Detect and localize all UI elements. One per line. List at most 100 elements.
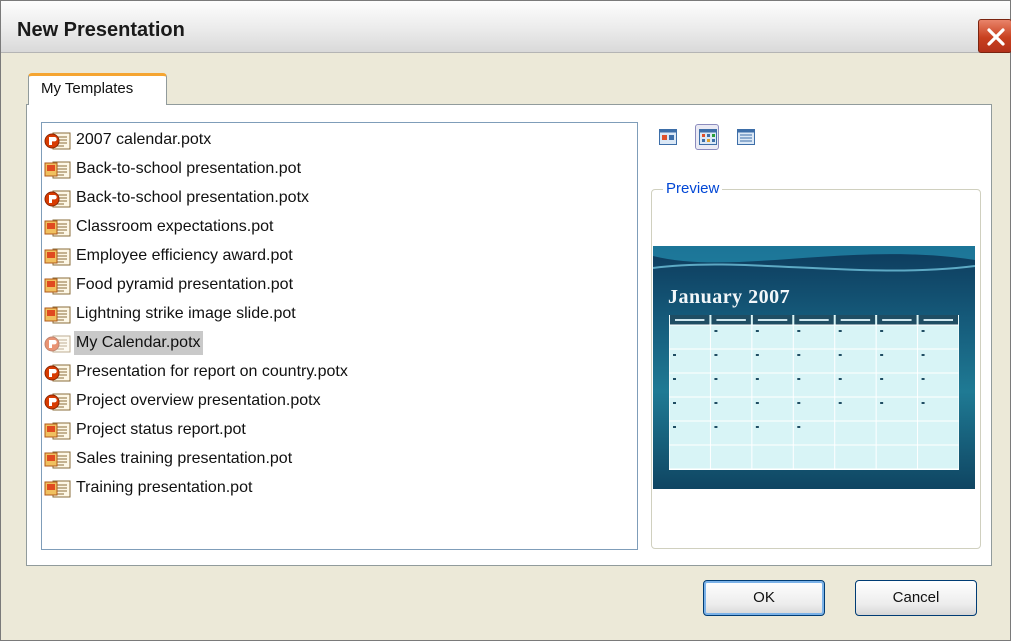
template-list[interactable]: 2007 calendar.potx Back-to-school present… bbox=[41, 122, 638, 550]
calendar-day-number bbox=[838, 330, 842, 332]
template-name: Project status report.pot bbox=[76, 421, 246, 438]
template-list-item[interactable]: Sales training presentation.pot bbox=[42, 446, 637, 475]
cancel-button-label: Cancel bbox=[892, 589, 940, 606]
potx-icon bbox=[44, 364, 71, 382]
calendar-day-number bbox=[673, 354, 676, 356]
calendar-day-number bbox=[880, 330, 884, 332]
calendar-header-text bbox=[757, 319, 788, 321]
calendar-day-number bbox=[797, 426, 801, 428]
potx-icon bbox=[44, 335, 71, 353]
pot-icon bbox=[44, 219, 71, 237]
template-list-item[interactable]: My Calendar.potx bbox=[42, 330, 637, 359]
close-icon bbox=[987, 28, 1005, 46]
calendar-header-text bbox=[840, 319, 871, 321]
template-name: 2007 calendar.potx bbox=[76, 131, 212, 148]
calendar-day-number bbox=[838, 378, 842, 380]
template-name: Food pyramid presentation.pot bbox=[76, 276, 294, 293]
pot-icon bbox=[44, 480, 71, 498]
calendar-day-number bbox=[797, 330, 801, 332]
pot-icon bbox=[44, 248, 71, 266]
ok-button-label: OK bbox=[753, 589, 775, 606]
potx-icon bbox=[44, 393, 71, 411]
calendar-header-text bbox=[716, 319, 746, 321]
pot-icon bbox=[44, 161, 71, 179]
calendar-body bbox=[669, 315, 959, 470]
template-list-item[interactable]: Project status report.pot bbox=[42, 417, 637, 446]
template-name: My Calendar.potx bbox=[74, 331, 203, 355]
tab-my-templates[interactable]: My Templates bbox=[28, 73, 167, 105]
potx-icon bbox=[44, 132, 71, 150]
template-name: Project overview presentation.potx bbox=[76, 392, 321, 409]
template-list-item[interactable]: Project overview presentation.potx bbox=[42, 388, 637, 417]
calendar-day-number bbox=[673, 426, 676, 428]
calendar-day-number bbox=[673, 378, 676, 380]
calendar-day-number bbox=[755, 354, 759, 356]
large-icons-view-button[interactable] bbox=[655, 124, 679, 150]
template-name: Employee efficiency award.pot bbox=[76, 247, 293, 264]
pot-icon bbox=[44, 451, 71, 469]
template-list-item[interactable]: Presentation for report on country.potx bbox=[42, 359, 637, 388]
calendar-day-number bbox=[797, 354, 801, 356]
template-preview-thumbnail: January 2007 bbox=[653, 246, 975, 489]
pot-icon bbox=[44, 277, 71, 295]
template-name: Back-to-school presentation.potx bbox=[76, 189, 310, 206]
calendar-day-number bbox=[921, 330, 925, 332]
title-bar[interactable]: New Presentation bbox=[1, 1, 1011, 53]
template-name: Lightning strike image slide.pot bbox=[76, 305, 296, 322]
details-view-icon bbox=[737, 129, 755, 145]
wave-decoration bbox=[653, 246, 975, 272]
calendar-day-number bbox=[714, 354, 718, 356]
calendar-day-number bbox=[714, 402, 718, 404]
list-view-icon bbox=[699, 129, 717, 145]
calendar-day-number bbox=[714, 330, 718, 332]
calendar-day-number bbox=[880, 378, 884, 380]
template-list-item[interactable]: 2007 calendar.potx bbox=[42, 127, 637, 156]
calendar-day-number bbox=[797, 402, 801, 404]
calendar-day-number bbox=[838, 354, 842, 356]
template-name: Sales training presentation.pot bbox=[76, 450, 293, 467]
template-list-item[interactable]: Classroom expectations.pot bbox=[42, 214, 637, 243]
calendar-header-text bbox=[675, 319, 705, 321]
potx-icon bbox=[44, 190, 71, 208]
calendar-day-number bbox=[921, 378, 925, 380]
cancel-button[interactable]: Cancel bbox=[855, 580, 977, 616]
calendar-day-number bbox=[755, 330, 759, 332]
tab-label: My Templates bbox=[41, 80, 134, 97]
close-button[interactable] bbox=[978, 19, 1011, 53]
list-view-button[interactable] bbox=[695, 124, 719, 150]
calendar-day-number bbox=[880, 402, 884, 404]
template-list-item[interactable]: Employee efficiency award.pot bbox=[42, 243, 637, 272]
template-list-item[interactable]: Back-to-school presentation.potx bbox=[42, 185, 637, 214]
calendar-day-number bbox=[797, 378, 801, 380]
calendar-day-number bbox=[755, 378, 759, 380]
calendar-day-number bbox=[714, 426, 718, 428]
preview-label: Preview bbox=[663, 180, 723, 197]
calendar-day-number bbox=[714, 378, 718, 380]
calendar-header-text bbox=[799, 319, 829, 321]
template-name: Classroom expectations.pot bbox=[76, 218, 274, 235]
calendar-day-number bbox=[838, 402, 842, 404]
calendar-grid bbox=[669, 315, 959, 470]
calendar-day-number bbox=[755, 426, 759, 428]
calendar-day-number bbox=[880, 354, 884, 356]
large-icons-view-icon bbox=[659, 129, 677, 145]
calendar-day-number bbox=[673, 402, 676, 404]
preview-month-title: January 2007 bbox=[668, 286, 791, 308]
calendar-day-number bbox=[921, 402, 925, 404]
template-list-item[interactable]: Back-to-school presentation.pot bbox=[42, 156, 637, 185]
pot-icon bbox=[44, 306, 71, 324]
template-name: Training presentation.pot bbox=[76, 479, 253, 496]
new-presentation-dialog: New Presentation My Templates 2007 calen… bbox=[0, 0, 1011, 641]
template-name: Back-to-school presentation.pot bbox=[76, 160, 302, 177]
dialog-title: New Presentation bbox=[17, 19, 185, 41]
template-list-item[interactable]: Lightning strike image slide.pot bbox=[42, 301, 637, 330]
ok-button[interactable]: OK bbox=[703, 580, 825, 616]
pot-icon bbox=[44, 422, 71, 440]
template-list-item[interactable]: Food pyramid presentation.pot bbox=[42, 272, 637, 301]
calendar-day-number bbox=[921, 354, 925, 356]
details-view-button[interactable] bbox=[733, 124, 757, 150]
calendar-header-text bbox=[923, 319, 953, 321]
template-list-item[interactable]: Training presentation.pot bbox=[42, 475, 637, 504]
calendar-day-number bbox=[755, 402, 759, 404]
template-name: Presentation for report on country.potx bbox=[76, 363, 348, 380]
